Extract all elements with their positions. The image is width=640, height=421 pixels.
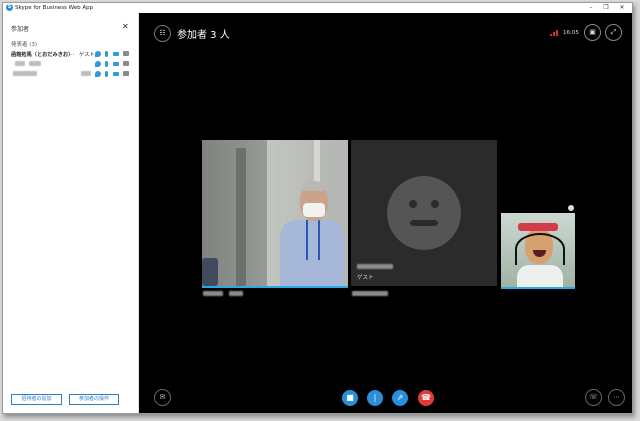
screen-share-status-icon <box>123 61 129 66</box>
pane-title: 参加者 <box>11 26 30 33</box>
im-status-icon <box>95 51 101 57</box>
video-background <box>202 258 218 286</box>
fullscreen-icon[interactable]: ⤢ <box>605 24 622 41</box>
self-view-video[interactable] <box>501 213 575 289</box>
maximize-button[interactable]: ❐ <box>601 4 611 12</box>
person-figure <box>515 233 565 265</box>
guest-label: ゲスト <box>357 275 374 281</box>
participant-video[interactable] <box>202 140 348 288</box>
im-status-icon <box>95 71 101 77</box>
video-status-icon <box>113 72 119 76</box>
network-quality-icon <box>550 30 558 36</box>
participant-row[interactable]: 函館拓馬（とおだみきお） … ゲスト <box>11 50 136 58</box>
default-avatar-icon <box>387 176 461 250</box>
redacted-participant-name <box>229 291 243 296</box>
participant-more: … <box>69 51 75 57</box>
more-icon[interactable]: ⋯ <box>608 389 625 406</box>
minimize-button[interactable]: – <box>586 4 596 12</box>
title-bar: S Skype for Business Web App – ❐ ✕ <box>3 3 632 13</box>
close-pane-button[interactable]: ✕ <box>122 22 129 31</box>
app-window: S Skype for Business Web App – ❐ ✕ 参加者 ✕… <box>2 2 633 414</box>
person-figure <box>306 220 320 260</box>
redacted-participant-name <box>352 291 388 296</box>
redacted-name <box>15 61 25 66</box>
participant-role: ゲスト <box>79 52 95 58</box>
redacted-participant-name <box>203 291 223 296</box>
skype-logo-icon: S <box>6 4 13 11</box>
microphone-icon[interactable]: ❘ <box>367 390 383 406</box>
participant-avatar-tile[interactable]: ゲスト <box>351 140 497 286</box>
microphone-status-icon <box>105 51 108 57</box>
screen-share-status-icon <box>123 51 129 56</box>
redacted-role <box>81 71 91 76</box>
redacted-participant-name <box>357 264 393 269</box>
participants-pane: 参加者 ✕ 発表者 (3) 函館拓馬（とおだみきお） … ゲスト 招待者の追加 … <box>3 13 139 413</box>
participant-row[interactable] <box>11 60 136 68</box>
hang-up-icon[interactable]: ☎ <box>418 390 434 406</box>
person-figure <box>302 181 326 191</box>
participant-row[interactable] <box>11 70 136 78</box>
video-background <box>236 148 246 286</box>
default-avatar-icon <box>409 200 417 208</box>
invite-more-people-button[interactable]: 招待者の追加 <box>11 394 62 405</box>
person-figure <box>303 203 325 217</box>
participant-actions-button[interactable]: 参加者の操作 <box>69 394 119 405</box>
layout-icon[interactable]: ▣ <box>584 24 601 41</box>
default-avatar-icon <box>410 220 438 226</box>
meeting-stage: ☷ 参加者 3 人 16:05 ▣ ⤢ ゲスト ✉ ■ ❘ ⇗ ☎ ☏ ⋯ <box>139 13 632 413</box>
microphone-status-icon <box>105 61 108 67</box>
person-figure <box>517 265 563 287</box>
participants-icon[interactable]: ☷ <box>154 25 171 42</box>
presenters-section-label: 発表者 (3) <box>11 42 38 48</box>
chat-icon[interactable]: ✉ <box>154 389 171 406</box>
video-status-icon <box>113 62 119 66</box>
microphone-status-icon <box>105 71 108 77</box>
self-view-toggle-icon[interactable] <box>568 205 574 211</box>
redacted-name <box>13 71 37 76</box>
close-window-button[interactable]: ✕ <box>617 4 627 12</box>
meeting-title: 参加者 3 人 <box>177 30 230 41</box>
screen-share-status-icon <box>123 71 129 76</box>
window-title: Skype for Business Web App <box>15 5 94 11</box>
redacted-name <box>29 61 41 66</box>
person-figure <box>518 223 558 231</box>
video-status-icon <box>113 52 119 56</box>
participant-name: 函館拓馬（とおだみきお） <box>11 52 74 58</box>
share-icon[interactable]: ⇗ <box>392 390 408 406</box>
call-time: 16:05 <box>563 30 579 36</box>
default-avatar-icon <box>431 200 439 208</box>
im-status-icon <box>95 61 101 67</box>
video-icon[interactable]: ■ <box>342 390 358 406</box>
phone-icon[interactable]: ☏ <box>585 389 602 406</box>
